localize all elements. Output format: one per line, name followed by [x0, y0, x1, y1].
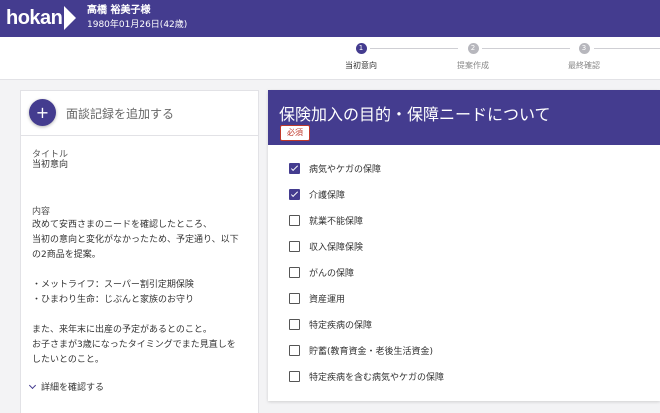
- step-label: 提案作成: [457, 61, 489, 70]
- option-label: 就業不能保障: [309, 217, 364, 227]
- interview-record-panel: + 面談記録を追加する タイトル 当初意向 内容 改めて安西さまのニードを確認し…: [20, 90, 259, 413]
- option-income-protection[interactable]: 収入保障保険: [289, 240, 363, 253]
- patient-dob: 1980年01月26日(42歳): [87, 20, 188, 30]
- option-label: 貯蓄(教育資金・老後生活資金): [309, 347, 434, 357]
- option-illness-injury[interactable]: 病気やケガの保障: [289, 162, 381, 175]
- option-specified-disease-illness[interactable]: 特定疾病を含む病気やケガの保障: [289, 370, 444, 383]
- option-asset-management[interactable]: 資産運用: [289, 292, 345, 305]
- option-label: 特定疾病を含む病気やケガの保障: [309, 373, 445, 383]
- app-header: hokan 高橋 裕美子様 1980年01月26日(42歳): [0, 0, 660, 37]
- option-nursing-care[interactable]: 介護保障: [289, 188, 345, 201]
- patient-name: 高橋 裕美子様: [87, 5, 151, 16]
- required-badge: 必須: [280, 125, 310, 141]
- option-label: 病気やケガの保障: [309, 165, 382, 175]
- add-record-row[interactable]: + 面談記録を追加する: [21, 91, 258, 136]
- checkbox[interactable]: [289, 345, 300, 356]
- step-final-confirm[interactable]: 3 最終確認: [544, 43, 624, 71]
- content-line: また、来年末に出産の予定があるとのこと。: [32, 325, 212, 335]
- show-details-link[interactable]: 詳細を確認する: [28, 380, 105, 393]
- option-label: 特定疾病の保障: [309, 321, 373, 331]
- step-proposal[interactable]: 2 提案作成: [433, 43, 513, 71]
- option-label: 資産運用: [309, 295, 346, 305]
- step-number: 1: [355, 43, 367, 54]
- checkbox[interactable]: [289, 371, 300, 382]
- step-number: 3: [578, 43, 590, 54]
- option-label: 収入保障保険: [309, 243, 364, 253]
- content-line: [32, 308, 252, 323]
- content-field-label: 内容: [32, 207, 51, 217]
- checkbox[interactable]: [289, 215, 300, 226]
- content-line: [32, 263, 252, 278]
- step-label: 当初意向: [345, 61, 377, 70]
- content-line: ・ひまわり生命：じぶんと家族のお守り: [32, 295, 195, 305]
- content-line: 改めて安西さまのニードを確認したところ、: [32, 220, 213, 230]
- content-field-value: 改めて安西さまのニードを確認したところ、 当初の意向と変化がなかったため、予定通…: [32, 218, 252, 368]
- option-cancer[interactable]: がんの保障: [289, 266, 354, 279]
- progress-stepper: 1 当初意向 2 提案作成 3 最終確認: [0, 37, 660, 80]
- logo-text: hokan: [6, 7, 63, 29]
- hokan-logo[interactable]: hokan: [6, 6, 77, 30]
- add-record-label[interactable]: 面談記録を追加する: [66, 105, 174, 122]
- chevron-down-icon: [28, 381, 37, 389]
- checkbox[interactable]: [289, 267, 300, 278]
- panel-header: 保険加入の目的・保障ニードについて 必須: [268, 90, 660, 145]
- content-line: 当初の意向と変化がなかったため、予定通り、以下: [32, 235, 239, 245]
- checkbox[interactable]: [289, 293, 300, 304]
- option-label: 介護保障: [309, 191, 346, 201]
- content-line: の2商品を提案。: [32, 250, 101, 260]
- option-label: がんの保障: [309, 269, 355, 279]
- panel-title: 保険加入の目的・保障ニードについて: [279, 105, 551, 124]
- checkbox[interactable]: [289, 241, 300, 252]
- checkbox[interactable]: [289, 189, 300, 200]
- content-line: したいとのこと。: [32, 355, 104, 365]
- step-initial-intent[interactable]: 1 当初意向: [321, 43, 401, 71]
- content-line: ・メットライフ：スーパー割引定期保険: [32, 280, 194, 290]
- checkbox[interactable]: [289, 319, 300, 330]
- checkbox[interactable]: [289, 163, 300, 174]
- title-field-value: 当初意向: [32, 160, 69, 170]
- logo-arrow-icon: [64, 6, 77, 30]
- step-number: 2: [467, 43, 479, 54]
- option-specified-disease[interactable]: 特定疾病の保障: [289, 318, 372, 331]
- add-record-button[interactable]: +: [29, 99, 56, 126]
- show-details-label: 詳細を確認する: [41, 383, 105, 393]
- option-disability[interactable]: 就業不能保障: [289, 214, 363, 227]
- option-savings[interactable]: 貯蓄(教育資金・老後生活資金): [289, 344, 433, 357]
- insurance-purpose-panel: 保険加入の目的・保障ニードについて 必須 病気やケガの保障 介護保障 就業不能保…: [268, 90, 660, 401]
- content-line: お子さまが3歳になったタイミングでまた見直しを: [32, 340, 236, 350]
- step-label: 最終確認: [568, 61, 600, 70]
